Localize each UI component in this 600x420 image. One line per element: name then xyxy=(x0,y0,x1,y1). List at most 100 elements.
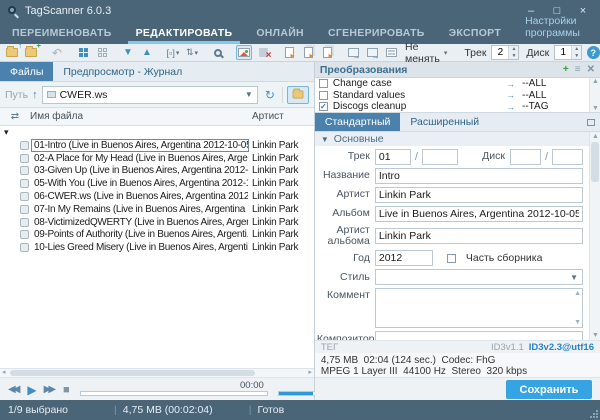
seek-bar[interactable] xyxy=(80,391,268,396)
rewind-button[interactable]: ◀◀ xyxy=(8,384,20,395)
remove-tag-button[interactable] xyxy=(255,45,271,60)
tab-extended[interactable]: Расширенный xyxy=(400,113,489,131)
fast-forward-button[interactable]: ▶▶ xyxy=(44,384,56,395)
file-row[interactable]: 03-Given Up (Live in Buenos Aires, Argen… xyxy=(0,165,314,178)
file-row[interactable]: 01-Intro (Live in Buenos Aires, Argentin… xyxy=(0,139,314,152)
album-artist-input[interactable] xyxy=(375,228,583,244)
scroll-up-icon: ▲ xyxy=(574,290,581,297)
file-row[interactable]: 06-CWER.ws (Live in Buenos Aires, Argent… xyxy=(0,190,314,203)
transforms-scrollbar[interactable]: ▲▼ xyxy=(589,78,600,112)
play-button[interactable]: ▶ xyxy=(27,383,36,397)
open-folder-button[interactable]: ↑ xyxy=(4,45,20,60)
status-bar: 1/9 выбрано | 4,75 MB (00:02:04) | Готов xyxy=(0,400,600,420)
program-settings-link[interactable]: Настройки программы xyxy=(513,11,600,44)
audio-file-icon xyxy=(20,141,29,150)
transform-row[interactable]: ✓Discogs cleanup→--TAG xyxy=(315,101,588,113)
expand-panel-icon[interactable] xyxy=(587,119,595,126)
import-artwork-button[interactable] xyxy=(345,45,361,60)
checkbox-unchecked[interactable] xyxy=(319,91,328,100)
file-row[interactable]: 05-With You (Live in Buenos Aires, Argen… xyxy=(0,177,314,190)
playback-time: 00:00 xyxy=(240,380,264,391)
checkbox-unchecked[interactable] xyxy=(319,79,328,88)
resize-grip[interactable] xyxy=(590,410,598,418)
refresh-button[interactable]: ↻ xyxy=(262,88,278,102)
track-total-input[interactable] xyxy=(422,149,458,165)
undo-button[interactable]: ↶ xyxy=(49,45,65,60)
artist-input[interactable] xyxy=(375,187,583,203)
export-artwork-button[interactable] xyxy=(364,45,380,60)
track-input[interactable] xyxy=(375,149,411,165)
disc-spinner[interactable]: 1▲▼ xyxy=(554,45,582,60)
track-spinner[interactable]: 2▲▼ xyxy=(491,45,519,60)
play-next-button[interactable] xyxy=(300,45,316,60)
menu-edit[interactable]: РЕДАКТИРОВАТЬ xyxy=(124,23,245,44)
checkbox-checked[interactable]: ✓ xyxy=(319,102,328,111)
save-button[interactable]: Сохранить xyxy=(506,380,592,399)
move-down-button[interactable]: ▼ xyxy=(120,45,136,60)
tab-preview-log[interactable]: Предпросмотр - Журнал xyxy=(53,62,192,81)
audio-file-icon xyxy=(20,205,29,214)
comment-textarea[interactable] xyxy=(375,288,583,328)
file-row[interactable]: 10-Lies Greed Misery (Live in Buenos Air… xyxy=(0,241,314,254)
folder-up-icon[interactable]: ↑ xyxy=(32,89,38,101)
column-name[interactable]: Имя файла xyxy=(30,111,252,122)
close-panel-icon[interactable]: ✕ xyxy=(587,64,595,75)
search-button[interactable] xyxy=(210,45,226,60)
path-row: Путь ↑ CWER.ws ▼ ↻ xyxy=(0,82,314,108)
file-row[interactable]: 02-A Place for My Head (Live in Buenos A… xyxy=(0,152,314,165)
play-file-icon xyxy=(285,47,294,58)
chevron-down-icon[interactable]: ▼ xyxy=(245,90,253,99)
composer-input[interactable] xyxy=(375,331,583,340)
tag-v2[interactable]: ID3v2.3@utf16 xyxy=(529,342,594,353)
play-file-button[interactable] xyxy=(281,45,297,60)
file-list: ▾ 01-Intro (Live in Buenos Aires, Argent… xyxy=(0,126,314,368)
genre-select[interactable]: ▼ xyxy=(375,269,583,285)
scroll-left-icon[interactable]: ◂ xyxy=(2,368,6,376)
small-grid-view-button[interactable] xyxy=(94,45,110,60)
section-main[interactable]: ▼Основные xyxy=(315,132,589,146)
copy-files-button[interactable] xyxy=(319,45,335,60)
compilation-checkbox-row[interactable]: Часть сборника xyxy=(447,252,543,264)
transforms-menu-icon[interactable]: ≡ xyxy=(575,64,581,75)
file-row[interactable]: 09-Points of Authority (Live in Buenos A… xyxy=(0,229,314,242)
large-grid-view-button[interactable] xyxy=(75,45,91,60)
tab-files[interactable]: Файлы xyxy=(0,62,53,81)
file-row[interactable]: 07-In My Remains (Live in Buenos Aires, … xyxy=(0,203,314,216)
album-artist-label: Артист альбома xyxy=(317,225,375,247)
title-input[interactable] xyxy=(375,168,583,184)
select-dropdown-button[interactable]: [▫]▾ xyxy=(165,45,181,60)
horizontal-scrollbar[interactable]: ◂ ▸ xyxy=(0,368,314,377)
transform-row[interactable]: Change case→--ALL xyxy=(315,78,588,90)
scrollbar-thumb[interactable] xyxy=(591,142,599,182)
checkbox-unchecked[interactable] xyxy=(447,254,456,263)
tag-mode-dropdown[interactable]: Не менять▾ xyxy=(402,41,450,65)
folder-tree-toggle[interactable] xyxy=(287,86,309,104)
column-artist[interactable]: Артист xyxy=(252,111,314,122)
year-input[interactable] xyxy=(375,250,433,266)
stop-button[interactable]: ■ xyxy=(63,384,70,396)
menu-online[interactable]: ОНЛАЙН xyxy=(244,23,316,44)
form-scrollbar[interactable]: ▲▼ xyxy=(589,132,600,340)
album-input[interactable] xyxy=(375,206,583,222)
shuffle-column-icon[interactable]: ⇄ xyxy=(0,111,30,122)
tree-expander[interactable]: ▾ xyxy=(0,126,314,139)
scrollbar-thumb[interactable] xyxy=(10,370,255,376)
save-bar: Сохранить xyxy=(315,377,600,400)
add-transform-icon[interactable]: + xyxy=(563,64,569,75)
artwork-toggle-button[interactable] xyxy=(236,45,252,60)
file-row[interactable]: 08-VictimizedQWERTY (Live in Buenos Aire… xyxy=(0,216,314,229)
panel-layout-button[interactable] xyxy=(383,45,399,60)
tab-standard[interactable]: Стандартный xyxy=(315,113,401,131)
transform-row[interactable]: Standard values→--ALL xyxy=(315,90,588,102)
audio-file-icon xyxy=(20,230,29,239)
scroll-down-icon: ▼ xyxy=(574,319,581,326)
sort-dropdown-button[interactable]: ⇅▾ xyxy=(184,45,200,60)
path-combobox[interactable]: CWER.ws ▼ xyxy=(42,86,258,104)
scroll-right-icon[interactable]: ▸ xyxy=(308,368,312,376)
disc-input[interactable] xyxy=(510,149,541,165)
move-up-button[interactable]: ▲ xyxy=(139,45,155,60)
add-folder-button[interactable]: + xyxy=(23,45,39,60)
tag-version-bar: ТЕГ ID3v1.1 ID3v2.3@utf16 xyxy=(315,340,600,353)
disc-total-input[interactable] xyxy=(552,149,583,165)
help-button[interactable]: ? xyxy=(585,45,600,60)
